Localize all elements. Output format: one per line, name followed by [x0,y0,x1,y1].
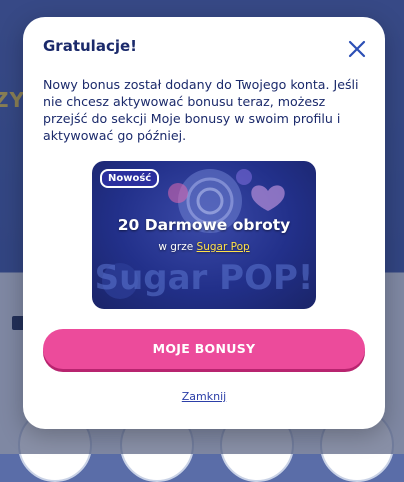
close-button[interactable] [347,39,367,59]
bonus-title: 20 Darmowe obroty [117,216,291,234]
modal-message: Nowy bonus został dodany do Twojego kont… [43,77,359,143]
game-prefix: w grze [158,241,194,253]
game-link[interactable]: Sugar Pop [197,241,250,253]
new-badge: Nowość [100,169,160,188]
sugar-pop-logo-text: Sugar POP! [95,258,314,298]
close-link-container: Zamknij [23,390,385,403]
bonus-card: Sugar POP! Nowość 20 Darmowe obroty w gr… [92,161,316,309]
bonus-modal: Gratulacje! Nowy bonus został dodany do … [23,17,385,429]
modal-title: Gratulacje! [43,37,137,55]
my-bonuses-button[interactable]: MOJE BONUSY [43,329,365,369]
bonus-game-line: w grze Sugar Pop [92,241,316,253]
close-link[interactable]: Zamknij [182,390,226,403]
close-icon [348,40,366,58]
